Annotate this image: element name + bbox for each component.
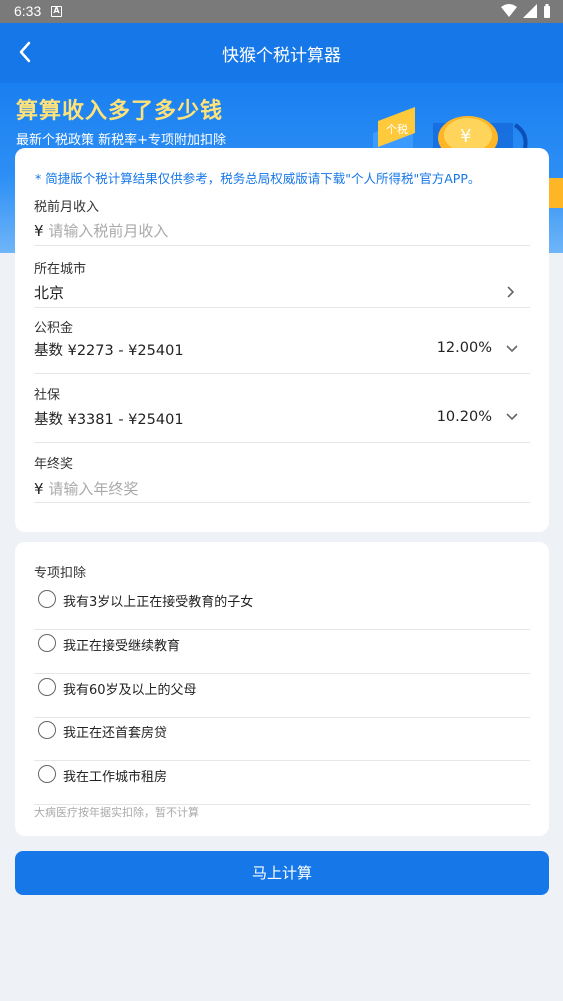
chevron-right-icon (507, 286, 515, 298)
radio-unchecked-icon[interactable] (38, 678, 56, 696)
signal-icon (523, 4, 537, 18)
battery-icon (544, 4, 550, 18)
deduction-option-continuing-education[interactable]: 我正在接受继续教育 (34, 630, 530, 674)
system-icons (501, 4, 551, 18)
deduction-option-mortgage[interactable]: 我正在还首套房贷 (34, 717, 530, 761)
deductions-footnote: 大病医疗按年据实扣除，暂不计算 (34, 806, 199, 819)
bonus-placeholder: 请输入年终奖 (48, 480, 139, 498)
deduction-option-label: 我有60岁及以上的父母 (63, 683, 197, 698)
housing-fund-base: 基数 ¥2273 - ¥25401 (34, 343, 184, 359)
status-bar: 6:33 A (0, 0, 563, 23)
calculate-button[interactable]: 马上计算 (15, 851, 549, 895)
income-input[interactable]: ¥ 请输入税前月收入 (34, 220, 168, 241)
deduction-option-label: 我在工作城市租房 (63, 770, 168, 785)
income-placeholder: 请输入税前月收入 (48, 222, 169, 240)
deductions-card: 专项扣除 我有3岁以上正在接受教育的子女 我正在接受继续教育 我有60岁及以上的… (15, 542, 549, 836)
status-time: 6:33 (14, 3, 42, 19)
deduction-option-rent[interactable]: 我在工作城市租房 (34, 761, 530, 805)
notification-app-icon: A (51, 6, 62, 17)
housing-fund-label: 公积金 (34, 321, 74, 336)
deduction-option-label: 我有3岁以上正在接受教育的子女 (63, 595, 254, 610)
social-security-rate[interactable]: 10.20% (437, 409, 492, 425)
banner-coin-symbol: ¥ (460, 126, 471, 147)
bonus-field[interactable]: 年终奖 ¥ 请输入年终奖 (34, 453, 530, 503)
banner-subline: 最新个税政策 新税率+专项附加扣除 (16, 133, 227, 148)
chevron-down-icon[interactable] (504, 408, 520, 424)
salary-form-card: * 简捷版个税计算结果仅供参考，税务总局权威版请下载"个人所得税"官方APP。 … (15, 148, 549, 532)
city-value: 北京 (34, 284, 65, 302)
city-field[interactable]: 所在城市 北京 (34, 256, 530, 308)
app-bar: 快猴个税计算器 (0, 23, 563, 83)
page-title: 快猴个税计算器 (222, 46, 341, 66)
social-security-field[interactable]: 社保 基数 ¥3381 - ¥25401 10.20% (34, 384, 530, 443)
currency-symbol: ¥ (34, 480, 44, 498)
deduction-option-children-education[interactable]: 我有3岁以上正在接受教育的子女 (34, 586, 530, 630)
housing-fund-rate[interactable]: 12.00% (437, 340, 492, 356)
banner-tag-text: 个税 (386, 122, 408, 136)
radio-unchecked-icon[interactable] (38, 590, 56, 608)
social-security-base: 基数 ¥3381 - ¥25401 (34, 412, 184, 428)
notice-text: * 简捷版个税计算结果仅供参考，税务总局权威版请下载"个人所得税"官方APP。 (35, 171, 481, 186)
chevron-down-icon[interactable] (504, 340, 520, 356)
income-label: 税前月收入 (34, 200, 100, 215)
radio-unchecked-icon[interactable] (38, 721, 56, 739)
deductions-title: 专项扣除 (34, 566, 87, 581)
wifi-icon (501, 4, 517, 17)
banner-headline: 算算收入多了多少钱 (16, 99, 224, 124)
deduction-option-label: 我正在接受继续教育 (63, 639, 181, 654)
deduction-option-elderly-parents[interactable]: 我有60岁及以上的父母 (34, 674, 530, 718)
radio-unchecked-icon[interactable] (38, 765, 56, 783)
deduction-option-label: 我正在还首套房贷 (63, 726, 168, 741)
currency-symbol: ¥ (34, 222, 44, 240)
city-label: 所在城市 (34, 262, 87, 277)
housing-fund-field[interactable]: 公积金 基数 ¥2273 - ¥25401 12.00% (34, 317, 530, 374)
bonus-label: 年终奖 (34, 457, 74, 472)
bonus-input[interactable]: ¥ 请输入年终奖 (34, 478, 138, 499)
income-field[interactable]: 税前月收入 ¥ 请输入税前月收入 (34, 194, 530, 246)
social-security-label: 社保 (34, 388, 61, 403)
radio-unchecked-icon[interactable] (38, 634, 56, 652)
